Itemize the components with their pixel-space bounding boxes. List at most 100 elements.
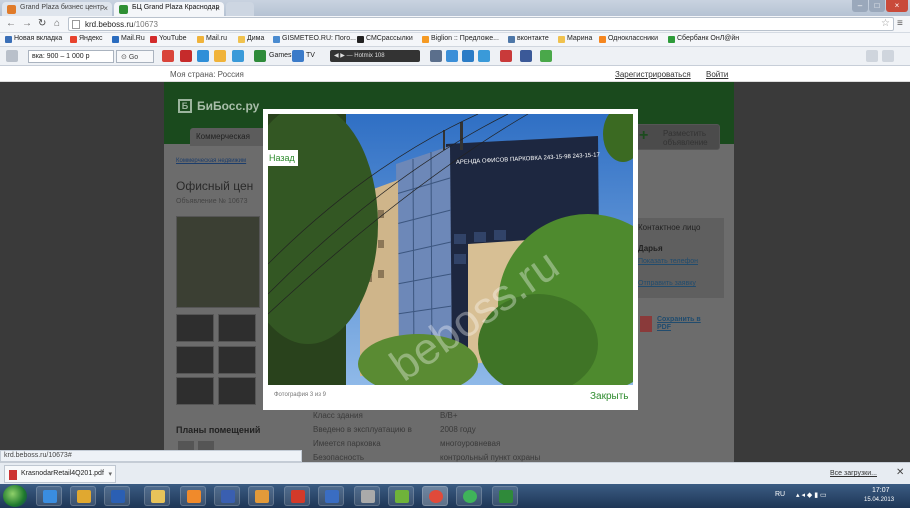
wrench-icon[interactable] (866, 50, 878, 62)
bookmark-icon (70, 36, 77, 43)
main-photo[interactable] (176, 216, 260, 308)
bookmark-item[interactable]: Одноклассники (599, 35, 658, 43)
address-bar[interactable]: krd.beboss.ru/10673 ☆ (68, 17, 894, 31)
lightbox-close-button[interactable]: Закрыть (590, 391, 629, 402)
video-icon[interactable] (162, 50, 174, 62)
register-link[interactable]: Зарегистрироваться (615, 70, 691, 79)
top100-icon[interactable] (180, 50, 192, 62)
bookmark-item[interactable]: СМСрассылки (357, 35, 413, 43)
login-link[interactable]: Войти (706, 70, 728, 79)
back-arrow-icon[interactable]: ← (6, 18, 16, 29)
translate-icon[interactable] (500, 50, 512, 62)
browser-tab-grand-plaza[interactable]: Grand Plaza бизнес центр × (2, 2, 112, 16)
tray-icons[interactable]: ▴ ◂ ◆ ▮ ▭ (796, 491, 827, 499)
info-icon[interactable] (197, 50, 209, 62)
bookmark-item[interactable]: Сбербанк ОнЛ@йн (668, 35, 739, 43)
bookmark-item[interactable]: Mail.ru (197, 35, 227, 43)
taskbar-media-icon[interactable] (248, 486, 274, 506)
taskbar-chrome-icon[interactable] (422, 486, 448, 506)
radio-volume-icon[interactable] (430, 50, 442, 62)
home-icon[interactable]: ⌂ (54, 18, 60, 29)
photo-thumbnail[interactable] (218, 314, 256, 342)
bookmark-icon (273, 36, 280, 43)
settings-icon[interactable] (6, 50, 18, 62)
maximize-window-button[interactable]: □ (869, 0, 885, 12)
folder-icon[interactable] (214, 50, 226, 62)
all-downloads-link[interactable]: Все загрузки... (830, 470, 877, 477)
close-tab-icon[interactable]: × (103, 4, 108, 13)
taskbar-pin-icon[interactable] (284, 486, 310, 506)
reload-icon[interactable]: ↻ (38, 18, 46, 29)
taskbar-messenger-icon[interactable] (318, 486, 344, 506)
save-pdf-link[interactable]: Сохранить в PDF (657, 316, 707, 332)
bookmark-item[interactable]: Biglion :: Предложе... (422, 35, 499, 43)
photo-thumbnail[interactable] (176, 314, 214, 342)
ad-number: Объявление № 10673 (176, 198, 248, 205)
taskbar-excel-icon[interactable] (492, 486, 518, 506)
games-label[interactable]: Games (269, 52, 292, 59)
taskbar-save-icon[interactable] (214, 486, 240, 506)
taskbar-explorer-icon[interactable] (144, 486, 170, 506)
taskbar-word-icon[interactable] (104, 486, 130, 506)
android-icon[interactable] (540, 50, 552, 62)
new-tab-button[interactable] (226, 2, 254, 16)
taskbar-app-icon[interactable] (388, 486, 414, 506)
forward-arrow-icon[interactable]: → (22, 18, 32, 29)
weather-icon[interactable] (232, 50, 244, 62)
tab-commercial[interactable]: Коммерческая (190, 128, 270, 146)
taskbar-viewer-icon[interactable] (180, 486, 206, 506)
taskbar-mail-icon[interactable] (70, 486, 96, 506)
cloud-icon[interactable] (478, 50, 490, 62)
favicon-icon (119, 5, 128, 14)
tv-label[interactable]: TV (306, 52, 315, 59)
bookmark-icon (357, 36, 364, 43)
tv-icon[interactable] (292, 50, 304, 62)
place-ad-button[interactable]: + Разместить объявление (632, 124, 720, 150)
clock-time[interactable]: 17:07 (872, 487, 890, 494)
photo-thumbnail[interactable] (218, 377, 256, 405)
minimize-window-button[interactable]: – (852, 0, 868, 12)
bookmark-item[interactable]: YouTube (150, 35, 187, 43)
site-logo-text[interactable]: БиБосс.ру (197, 99, 259, 113)
chevron-down-icon[interactable]: ▾ (108, 470, 112, 478)
mail-icon[interactable] (446, 50, 458, 62)
taskbar-icq-icon[interactable] (456, 486, 482, 506)
clock-date[interactable]: 15.04.2013 (864, 497, 894, 503)
photo-thumbnail[interactable] (218, 346, 256, 374)
country-selector[interactable]: Моя страна: Россия (170, 70, 244, 79)
menu-icon[interactable]: ≡ (897, 18, 903, 29)
price-select[interactable]: вка: 900 – 1 000 р (28, 50, 114, 63)
bookmark-item[interactable]: вконтакте (508, 35, 549, 43)
bookmark-item[interactable]: Марина (558, 35, 592, 43)
language-indicator[interactable]: RU (775, 491, 785, 498)
bookmark-item[interactable]: Дима (238, 35, 264, 43)
close-window-button[interactable]: × (886, 0, 908, 12)
browser-tab-active[interactable]: БЦ Grand Plaza Краснодар × (114, 2, 224, 16)
photo-thumbnail[interactable] (176, 377, 214, 405)
send-request-link[interactable]: Отправить заявку (638, 280, 696, 287)
start-button[interactable] (3, 485, 27, 507)
facebook-icon[interactable] (520, 50, 532, 62)
bookmark-star-icon[interactable]: ☆ (881, 18, 890, 29)
bookmark-item[interactable]: Новая вкладка (5, 35, 62, 43)
close-tab-icon[interactable]: × (215, 4, 220, 13)
zoom-icon[interactable] (882, 50, 894, 62)
photo-thumbnail[interactable] (176, 346, 214, 374)
screen-icon[interactable] (462, 50, 474, 62)
games-icon[interactable] (254, 50, 266, 62)
radio-player[interactable]: ◀ ▶ — Hotmix 108 (330, 50, 420, 62)
download-item[interactable]: KrasnodarRetail4Q201.pdf ▾ (4, 465, 116, 483)
breadcrumb[interactable]: Коммерческая недвижим (176, 158, 246, 164)
lightbox-photo[interactable]: АРЕНДА ОФИСОВ ПАРКОВКА 243-15-98 243-15-… (268, 114, 633, 385)
bookmark-item[interactable]: GISMETEO.RU: Пого... (273, 35, 356, 43)
bookmark-label: СМСрассылки (366, 35, 413, 42)
go-button[interactable]: ⊙ Go (116, 50, 154, 63)
close-downloads-icon[interactable]: ✕ (896, 467, 904, 478)
taskbar-ie-icon[interactable] (36, 486, 62, 506)
taskbar-clock-app-icon[interactable] (354, 486, 380, 506)
bookmark-item[interactable]: Яндекс (70, 35, 103, 43)
lightbox-back-button[interactable]: Назад (268, 150, 298, 166)
site-logo-icon[interactable]: Б (178, 99, 192, 113)
bookmark-item[interactable]: Mail.Ru (112, 35, 145, 43)
show-phone-link[interactable]: Показать телефон (638, 258, 698, 265)
